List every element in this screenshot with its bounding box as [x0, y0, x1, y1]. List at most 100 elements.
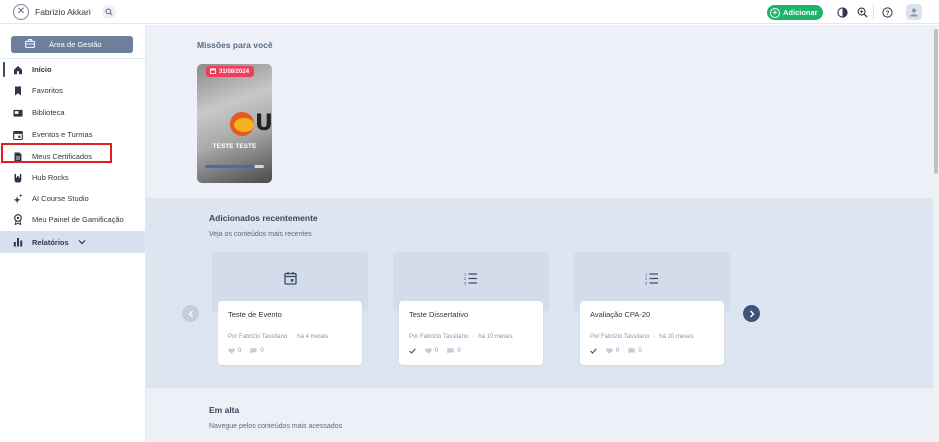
toolbar-divider: [873, 5, 874, 19]
content-author: Por Fabrizio Tassitano: [590, 334, 650, 340]
mission-date: 31/08/2024: [219, 68, 250, 75]
comments-count: 0: [457, 348, 461, 354]
sidebar-item-biblioteca[interactable]: Biblioteca: [0, 102, 145, 123]
carousel-next-button[interactable]: [743, 305, 760, 322]
bar-chart-icon: [13, 237, 23, 247]
sidebar-item-ai-course-studio[interactable]: AI Course Studio: [0, 188, 145, 209]
sidebar-item-favoritos[interactable]: Favoritos: [0, 80, 145, 101]
mission-name: TESTE TESTE: [212, 143, 257, 150]
sparkles-icon: [13, 193, 23, 204]
sidebar: Área de Gestão Início Favoritos Bibliote…: [0, 25, 146, 442]
briefcase-icon: [25, 39, 35, 50]
medal-icon: [13, 214, 23, 225]
mission-date-badge: 31/08/2024: [206, 66, 255, 77]
heart-icon: [228, 348, 235, 354]
likes-count: 0: [238, 348, 242, 354]
svg-text:3: 3: [464, 281, 467, 286]
svg-text:?: ?: [885, 9, 889, 16]
trending-subtitle: Navegue pelos conteúdos mais acessados: [209, 423, 343, 430]
numbered-list-icon: 123: [464, 271, 478, 287]
comment-button[interactable]: 0: [447, 348, 461, 354]
rock-hand-icon: [13, 173, 23, 183]
brand-logo-letter: U: [255, 111, 272, 136]
content-stats: 0 0: [228, 348, 264, 354]
calendar-icon: [13, 130, 23, 140]
sidebar-item-label: Favoritos: [32, 86, 63, 95]
sidebar-item-hub-rocks[interactable]: Hub Rocks: [0, 167, 145, 188]
recent-title: Adicionados recentemente: [209, 213, 318, 223]
numbered-list-icon: 123: [645, 271, 659, 287]
top-bar: ✕ Fabrizio Akkari + Adicionar ?: [0, 0, 939, 24]
content-title: Teste de Evento: [228, 310, 282, 319]
zoom-in-icon[interactable]: [856, 6, 868, 18]
content-time: há 10 meses: [659, 334, 694, 340]
content-author: Por Fabrizio Tassitano: [409, 334, 469, 340]
like-button[interactable]: 0: [425, 348, 438, 354]
comment-icon: [628, 348, 636, 354]
heart-icon: [425, 348, 432, 354]
content-card-body: Teste de Evento Por Fabrizio Tassitano · h…: [218, 301, 362, 365]
calendar-icon: [210, 67, 216, 76]
svg-text:3: 3: [645, 281, 648, 286]
sidebar-item-label: Relatórios: [32, 237, 69, 247]
user-avatar-icon[interactable]: [906, 4, 922, 20]
management-area-button[interactable]: Área de Gestão: [11, 36, 133, 53]
missions-title: Missões para você: [197, 40, 273, 50]
comment-button[interactable]: 0: [628, 348, 642, 354]
brand-logo-icon: [230, 112, 254, 136]
search-icon[interactable]: [102, 5, 116, 19]
chevron-down-icon[interactable]: [78, 238, 86, 247]
contrast-icon[interactable]: [836, 6, 848, 18]
highlight-annotation: [1, 143, 112, 163]
sidebar-item-label: AI Course Studio: [32, 194, 89, 203]
content-card[interactable]: 123 Avaliação CPA-20 Por Fabrizio Tassit…: [574, 252, 730, 365]
content-time: há 4 meses: [297, 334, 329, 340]
carousel-prev-button[interactable]: [182, 305, 199, 322]
comments-count: 0: [260, 348, 264, 354]
recent-subtitle: Veja os conteúdos mais recentes: [209, 231, 312, 238]
library-icon: [13, 108, 23, 118]
sidebar-item-label: Hub Rocks: [32, 173, 69, 182]
content-author: Por Fabrizio Tassitano: [228, 334, 288, 340]
content-meta: Por Fabrizio Tassitano · há 4 meses: [228, 334, 329, 340]
scrollbar-thumb[interactable]: [934, 29, 938, 174]
sidebar-item-label: Eventos e Turmas: [32, 130, 93, 139]
close-icon[interactable]: ✕: [13, 4, 29, 20]
mission-progress-fill: [205, 165, 256, 168]
checkmark-icon: [590, 348, 597, 354]
checkmark-icon: [409, 348, 416, 354]
comment-icon: [447, 348, 455, 354]
comment-button[interactable]: 0: [250, 348, 264, 354]
sidebar-item-label: Início: [32, 65, 52, 74]
content-card[interactable]: Teste de Evento Por Fabrizio Tassitano · h…: [212, 252, 368, 365]
main-content: Missões para você 31/08/2024 U TESTE TES…: [146, 25, 933, 442]
add-button-label: Adicionar: [783, 8, 818, 17]
sidebar-item-gamificacao[interactable]: Meu Painel de Gamificação: [0, 209, 145, 230]
sidebar-item-label: Meu Painel de Gamificação: [32, 215, 124, 224]
like-button[interactable]: 0: [606, 348, 619, 354]
management-area-label: Área de Gestão: [49, 40, 102, 49]
comment-icon: [250, 348, 258, 354]
likes-count: 0: [435, 348, 439, 354]
heart-icon: [606, 348, 613, 354]
mission-card[interactable]: 31/08/2024 U TESTE TESTE: [197, 64, 272, 183]
user-name: Fabrizio Akkari: [35, 7, 91, 17]
content-card[interactable]: 123 Teste Dissertativo Por Fabrizio Tass…: [393, 252, 549, 365]
sidebar-item-inicio[interactable]: Início: [0, 59, 145, 80]
content-title: Avaliação CPA-20: [590, 310, 651, 319]
plus-icon: +: [770, 7, 780, 18]
like-button[interactable]: 0: [228, 348, 241, 354]
help-icon[interactable]: ?: [881, 6, 893, 18]
content-time: há 10 meses: [478, 334, 513, 340]
bookmark-icon: [13, 86, 23, 96]
content-stats: 0 0: [590, 348, 642, 354]
sidebar-item-eventos[interactable]: Eventos e Turmas: [0, 124, 145, 145]
mission-progress-bar: [205, 165, 264, 168]
content-meta: Por Fabrizio Tassitano · há 10 meses: [409, 334, 513, 340]
sidebar-item-relatorios[interactable]: Relatórios: [0, 231, 145, 253]
add-button[interactable]: + Adicionar: [767, 5, 823, 20]
calendar-event-icon: [283, 271, 297, 287]
content-stats: 0 0: [409, 348, 461, 354]
likes-count: 0: [616, 348, 620, 354]
sidebar-item-label: Biblioteca: [32, 108, 65, 117]
